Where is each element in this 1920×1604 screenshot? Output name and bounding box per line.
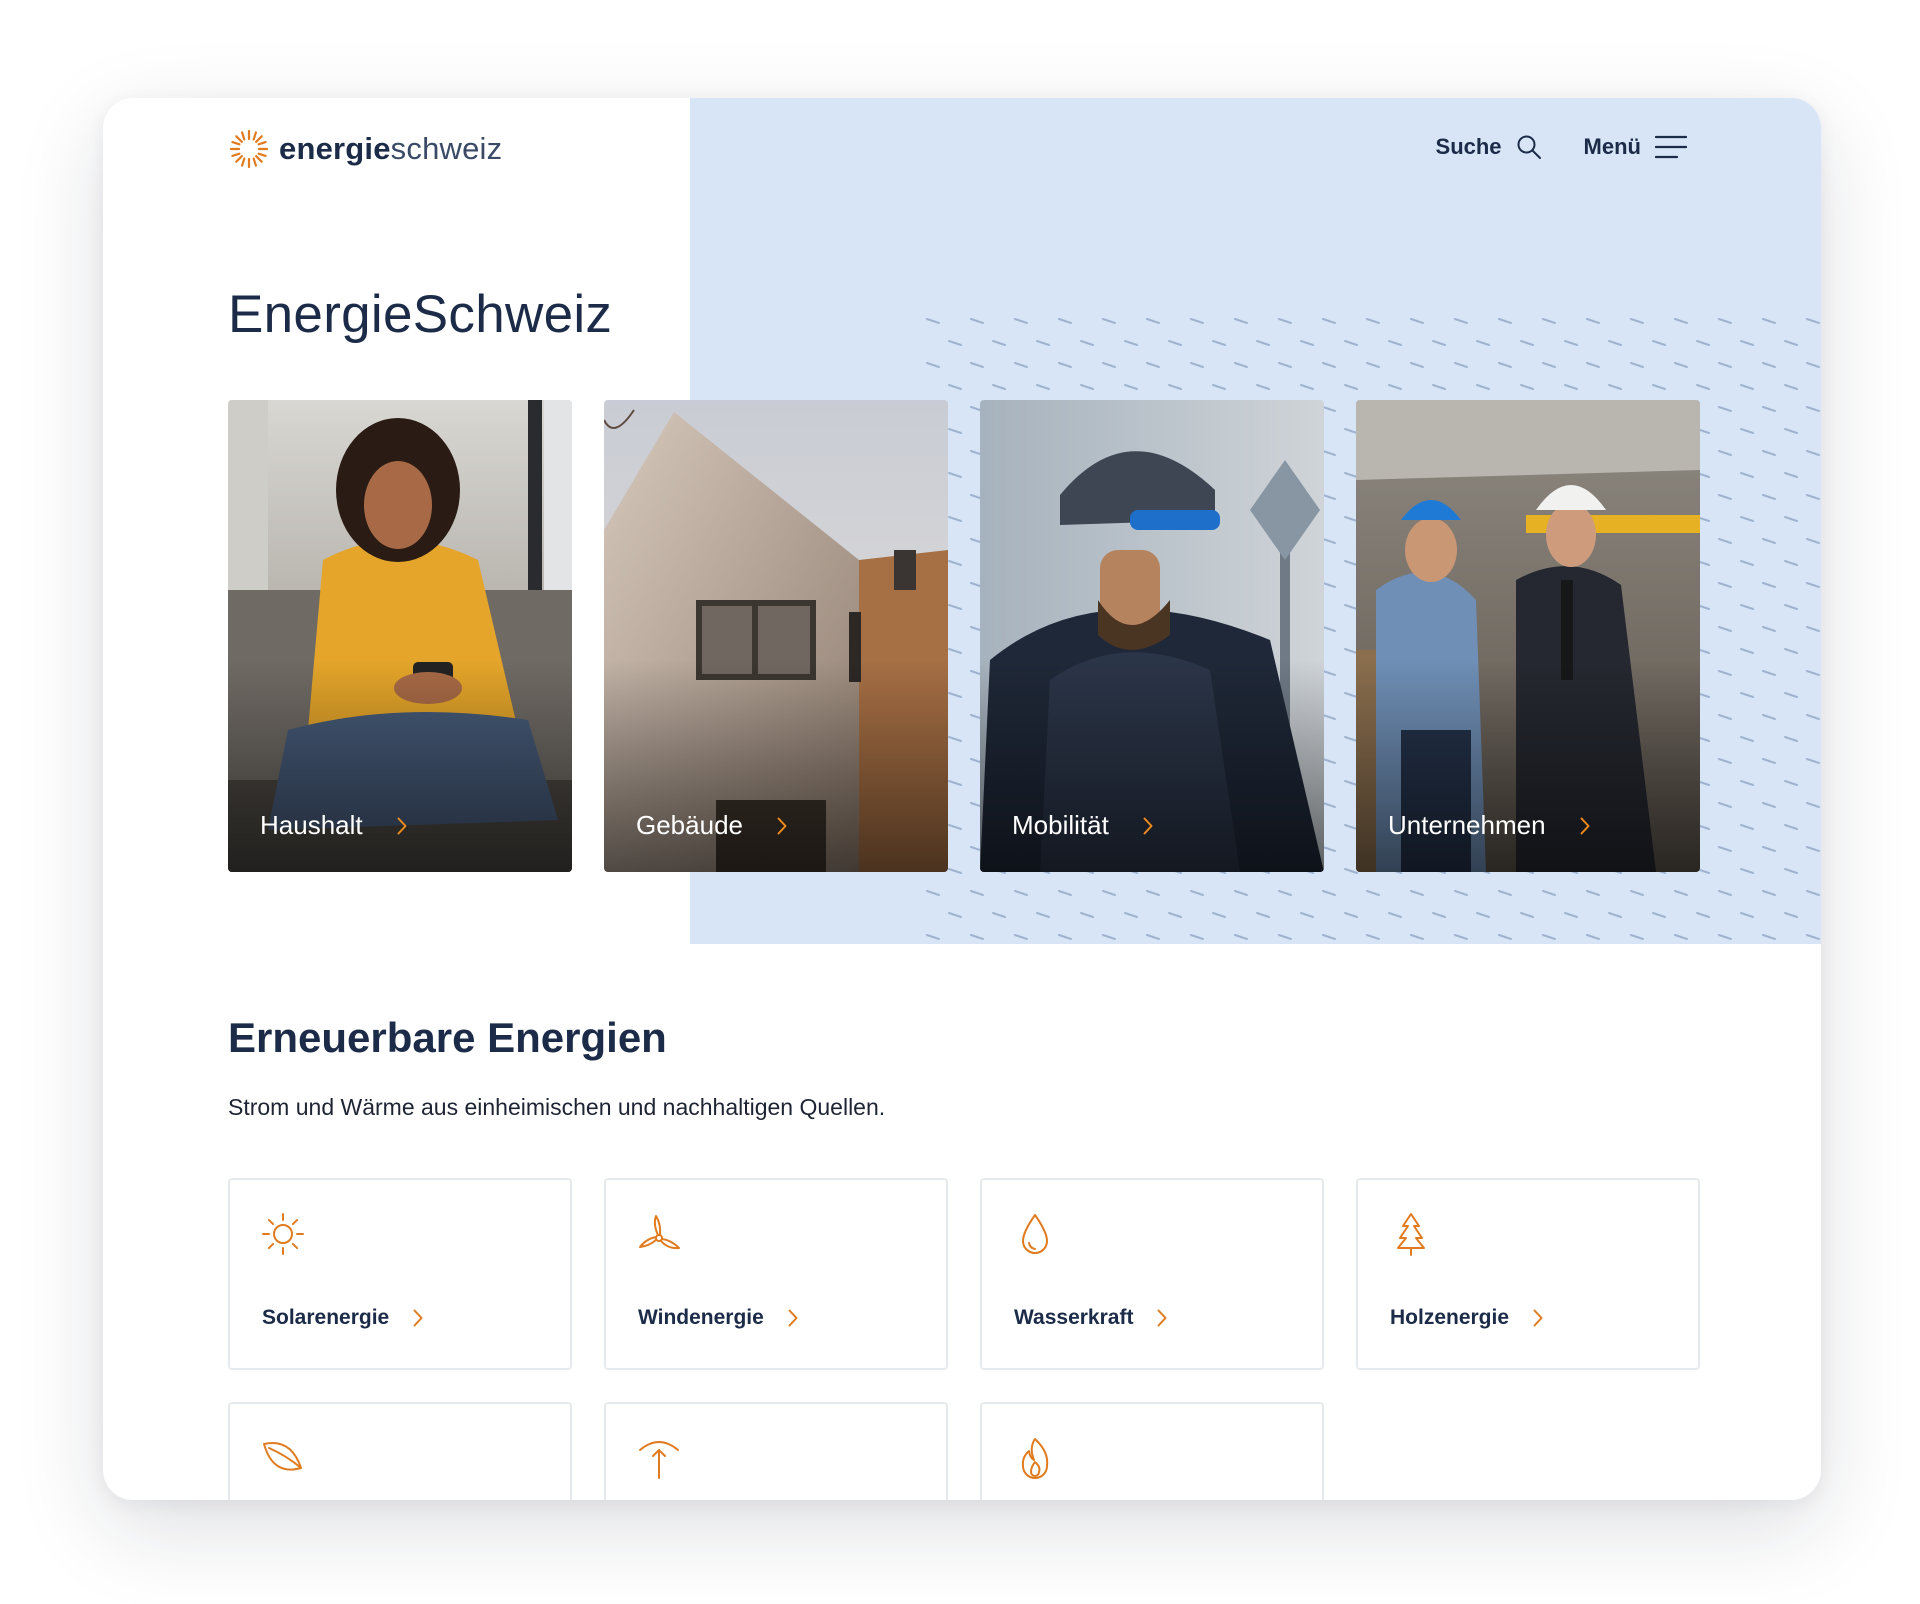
logo-text-bold: energie	[279, 131, 391, 166]
tile-wasserkraft[interactable]: Wasserkraft	[980, 1178, 1324, 1370]
logo[interactable]: energieschweiz	[228, 128, 502, 170]
search-button[interactable]: Suche	[1436, 134, 1542, 160]
tile-holzenergie[interactable]: Holzenergie	[1356, 1178, 1700, 1370]
category-label: Haushalt	[260, 810, 407, 841]
tile-label: Holzenergie	[1390, 1306, 1543, 1330]
chevron-right-icon	[777, 817, 787, 834]
tile-geothermie[interactable]	[604, 1402, 948, 1500]
tile-label-text: Solarenergie	[262, 1306, 390, 1329]
card-shade	[1356, 400, 1700, 872]
geothermal-icon	[639, 1441, 679, 1479]
page-title: EnergieSchweiz	[228, 285, 613, 344]
category-label-text: Unternehmen	[1388, 810, 1546, 840]
category-label: Mobilität	[1012, 810, 1153, 841]
chevron-right-icon	[1157, 1309, 1167, 1327]
water-drop-icon	[1022, 1214, 1048, 1254]
tile-biomasse[interactable]	[228, 1402, 572, 1500]
chevron-right-icon	[1580, 817, 1590, 834]
browser-frame: energieschweiz Suche Menü EnergieSchweiz	[103, 98, 1821, 1500]
card-shade	[228, 400, 572, 872]
category-card-mobilitaet[interactable]: Mobilität	[980, 400, 1324, 872]
category-label-text: Mobilität	[1012, 810, 1109, 840]
search-label: Suche	[1435, 134, 1502, 159]
tree-icon	[1397, 1213, 1425, 1256]
category-label: Gebäude	[636, 810, 787, 841]
chevron-right-icon	[1533, 1309, 1543, 1327]
tile-label: Solarenergie	[262, 1306, 423, 1330]
tile-label: Windenergie	[638, 1306, 798, 1330]
category-label: Unternehmen	[1388, 810, 1590, 841]
tile-label-text: Windenergie	[638, 1306, 764, 1329]
wind-turbine-icon	[639, 1215, 680, 1250]
chevron-right-icon	[788, 1309, 798, 1327]
chevron-right-icon	[413, 1309, 423, 1327]
category-card-unternehmen[interactable]: Unternehmen	[1356, 400, 1700, 872]
category-label-text: Haushalt	[260, 810, 363, 840]
category-card-gebaeude[interactable]: Gebäude	[604, 400, 948, 872]
sun-logo-icon	[229, 129, 269, 169]
flame-icon	[1021, 1438, 1049, 1479]
card-shade	[980, 400, 1324, 872]
tile-umweltwaerme[interactable]	[980, 1402, 1324, 1500]
hamburger-icon	[1655, 135, 1687, 159]
search-icon	[1517, 135, 1541, 159]
chevron-right-icon	[397, 817, 407, 834]
category-card-haushalt[interactable]: Haushalt	[228, 400, 572, 872]
tile-windenergie[interactable]: Windenergie	[604, 1178, 948, 1370]
tile-solarenergie[interactable]: Solarenergie	[228, 1178, 572, 1370]
tile-label: Wasserkraft	[1014, 1306, 1167, 1330]
section-subtitle: Strom und Wärme aus einheimischen und na…	[228, 1094, 886, 1120]
leaf-icon	[263, 1442, 302, 1471]
card-shade	[604, 400, 948, 872]
logo-text-light: schweiz	[390, 131, 503, 166]
section-title: Erneuerbare Energien	[228, 1014, 667, 1061]
tile-label-text: Wasserkraft	[1014, 1306, 1134, 1329]
menu-button[interactable]: Menü	[1584, 134, 1687, 160]
category-label-text: Gebäude	[636, 810, 743, 840]
tile-label-text: Holzenergie	[1390, 1306, 1510, 1329]
logo-text: energieschweiz	[279, 131, 502, 167]
menu-label: Menü	[1583, 134, 1641, 159]
header-nav: Suche Menü	[1436, 134, 1687, 160]
sun-icon	[262, 1213, 304, 1255]
chevron-right-icon	[1143, 817, 1153, 834]
